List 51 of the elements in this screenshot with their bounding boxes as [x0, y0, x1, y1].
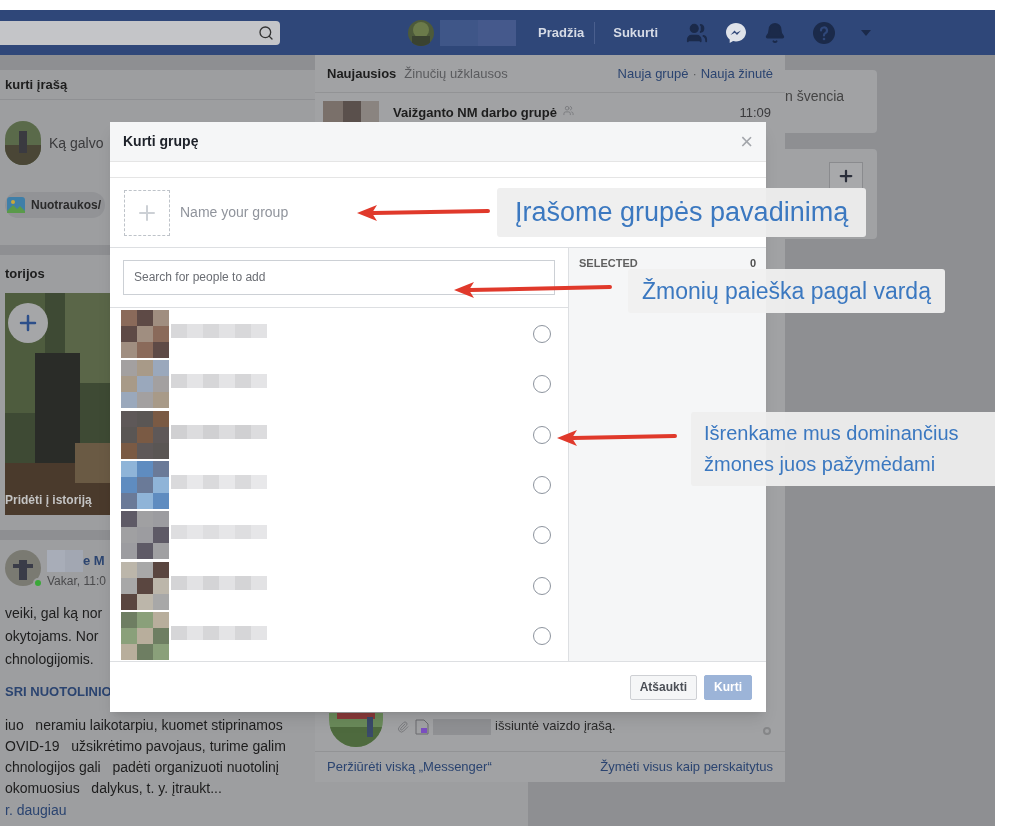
bell-icon[interactable]	[764, 21, 787, 44]
post-time: Vakar, 11:0	[47, 573, 106, 590]
close-button[interactable]: ×	[740, 130, 753, 153]
nav-link[interactable]: Pradžia	[528, 21, 596, 44]
callout-text: Išrenkame mus dominančius žmones juos pažymėdami	[704, 421, 960, 477]
separator-text: ·	[692, 64, 697, 83]
see-more-link[interactable]: r. daugiau	[5, 799, 67, 822]
photo-button[interactable]: Nuotraukos/	[5, 192, 105, 218]
tab[interactable]: Naujausios	[327, 63, 397, 84]
tab[interactable]: Žinučių užklausos	[404, 63, 508, 84]
view-all-link[interactable]: Peržiūrėti viską „Messenger“	[327, 757, 492, 777]
help-icon[interactable]	[812, 20, 837, 45]
post-text: okomuosius dalykus, t. y. įtraukt...	[5, 779, 222, 798]
card-title: kurti įrašą	[5, 75, 68, 94]
story-label: Pridėti į istoriją	[5, 492, 92, 509]
dialog-title: Kurti grupę	[123, 132, 199, 151]
post-text: OVID-19 užsikrėtimo pavojaus, turime galim	[5, 737, 286, 756]
image-icon	[7, 197, 25, 213]
nav-link[interactable]: Sukurti	[603, 21, 669, 44]
search-field[interactable]	[0, 20, 280, 45]
thread-title[interactable]: Vaižganto NM darbo grupė	[393, 103, 557, 123]
new-message-link[interactable]: Nauja žinutė	[700, 63, 773, 84]
author-name[interactable]: e M	[83, 551, 105, 571]
selected-count: 0	[749, 256, 756, 271]
new-group-link[interactable]: Nauja grupė	[617, 63, 689, 84]
post-text: okytojams. Nor	[5, 627, 99, 646]
video-file-icon	[415, 719, 429, 735]
group-icon	[562, 105, 574, 116]
card-title: torijos	[5, 265, 45, 284]
event-text: n švencia	[785, 88, 845, 104]
selected-label: SELECTED	[579, 256, 638, 271]
thread-time: 11:09	[739, 104, 772, 122]
search-icon	[258, 24, 274, 41]
friends-icon[interactable]	[686, 21, 709, 44]
photo-placeholder-icon[interactable]	[124, 189, 170, 236]
caret-icon[interactable]	[860, 28, 873, 37]
prompt-text[interactable]: Ką galvo	[49, 132, 104, 154]
callout-text: Žmonių paieška pagal vardą	[642, 276, 931, 306]
thread-preview: išsiuntė vaizdo įrašą.	[495, 716, 616, 735]
post-text: iuo neramiu laikotarpiu, kuomet stiprinamos	[5, 716, 283, 735]
cancel-button[interactable]: Atšaukti	[629, 674, 697, 700]
post-text: chnologijomis.	[5, 650, 94, 669]
people-search-field[interactable]: Search for people to add	[123, 259, 555, 295]
messenger-icon[interactable]	[724, 20, 749, 45]
post-text: veiki, gal ką nor	[5, 604, 103, 623]
post-link[interactable]: SRI NUOTOLINIO	[5, 680, 112, 703]
callout-text: Įrašome grupės pavadinimą	[515, 196, 849, 230]
mark-read-link[interactable]: Žymėti visus kaip perskaitytus	[600, 757, 773, 777]
paperclip-icon	[397, 721, 409, 733]
post-text: chnologijos gali padėti organizuoti nuotolinį	[5, 758, 279, 777]
add-button[interactable]	[829, 162, 863, 189]
